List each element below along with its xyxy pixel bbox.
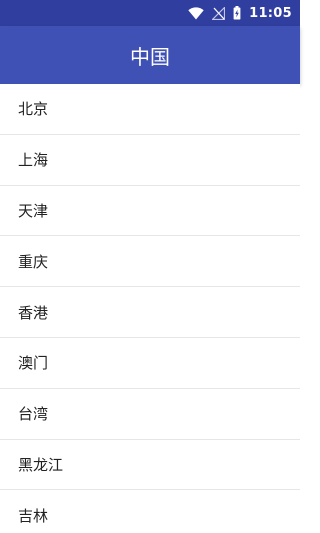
list-item-label: 台湾 [18, 405, 49, 424]
city-list: 北京 上海 天津 重庆 香港 澳门 台湾 黑龙江 吉林 [0, 84, 300, 533]
status-time: 11:05 [249, 5, 292, 21]
list-item[interactable]: 吉林 [0, 490, 300, 533]
list-item[interactable]: 上海 [0, 134, 300, 186]
no-signal-icon [212, 6, 226, 20]
list-item-label: 天津 [18, 201, 49, 220]
page-title: 中国 [130, 44, 170, 69]
list-item[interactable]: 香港 [0, 287, 300, 338]
list-item-label: 北京 [18, 100, 49, 119]
status-bar: 11:05 [0, 0, 300, 26]
list-item[interactable]: 天津 [0, 185, 300, 237]
list-item[interactable]: 澳门 [0, 337, 300, 389]
list-item[interactable]: 重庆 [0, 236, 300, 288]
list-item-label: 澳门 [18, 354, 49, 373]
list-item-label: 吉林 [18, 506, 49, 525]
list-item-label: 上海 [18, 151, 49, 170]
battery-charging-icon [233, 6, 241, 20]
list-item[interactable]: 黑龙江 [0, 439, 300, 491]
list-item-label: 黑龙江 [18, 455, 64, 474]
list-item-label: 香港 [18, 303, 49, 322]
list-item-label: 重庆 [18, 252, 49, 271]
list-item[interactable]: 北京 [0, 84, 300, 135]
list-item[interactable]: 台湾 [0, 388, 300, 440]
app-bar: 中国 [0, 26, 300, 84]
wifi-icon [188, 6, 204, 20]
